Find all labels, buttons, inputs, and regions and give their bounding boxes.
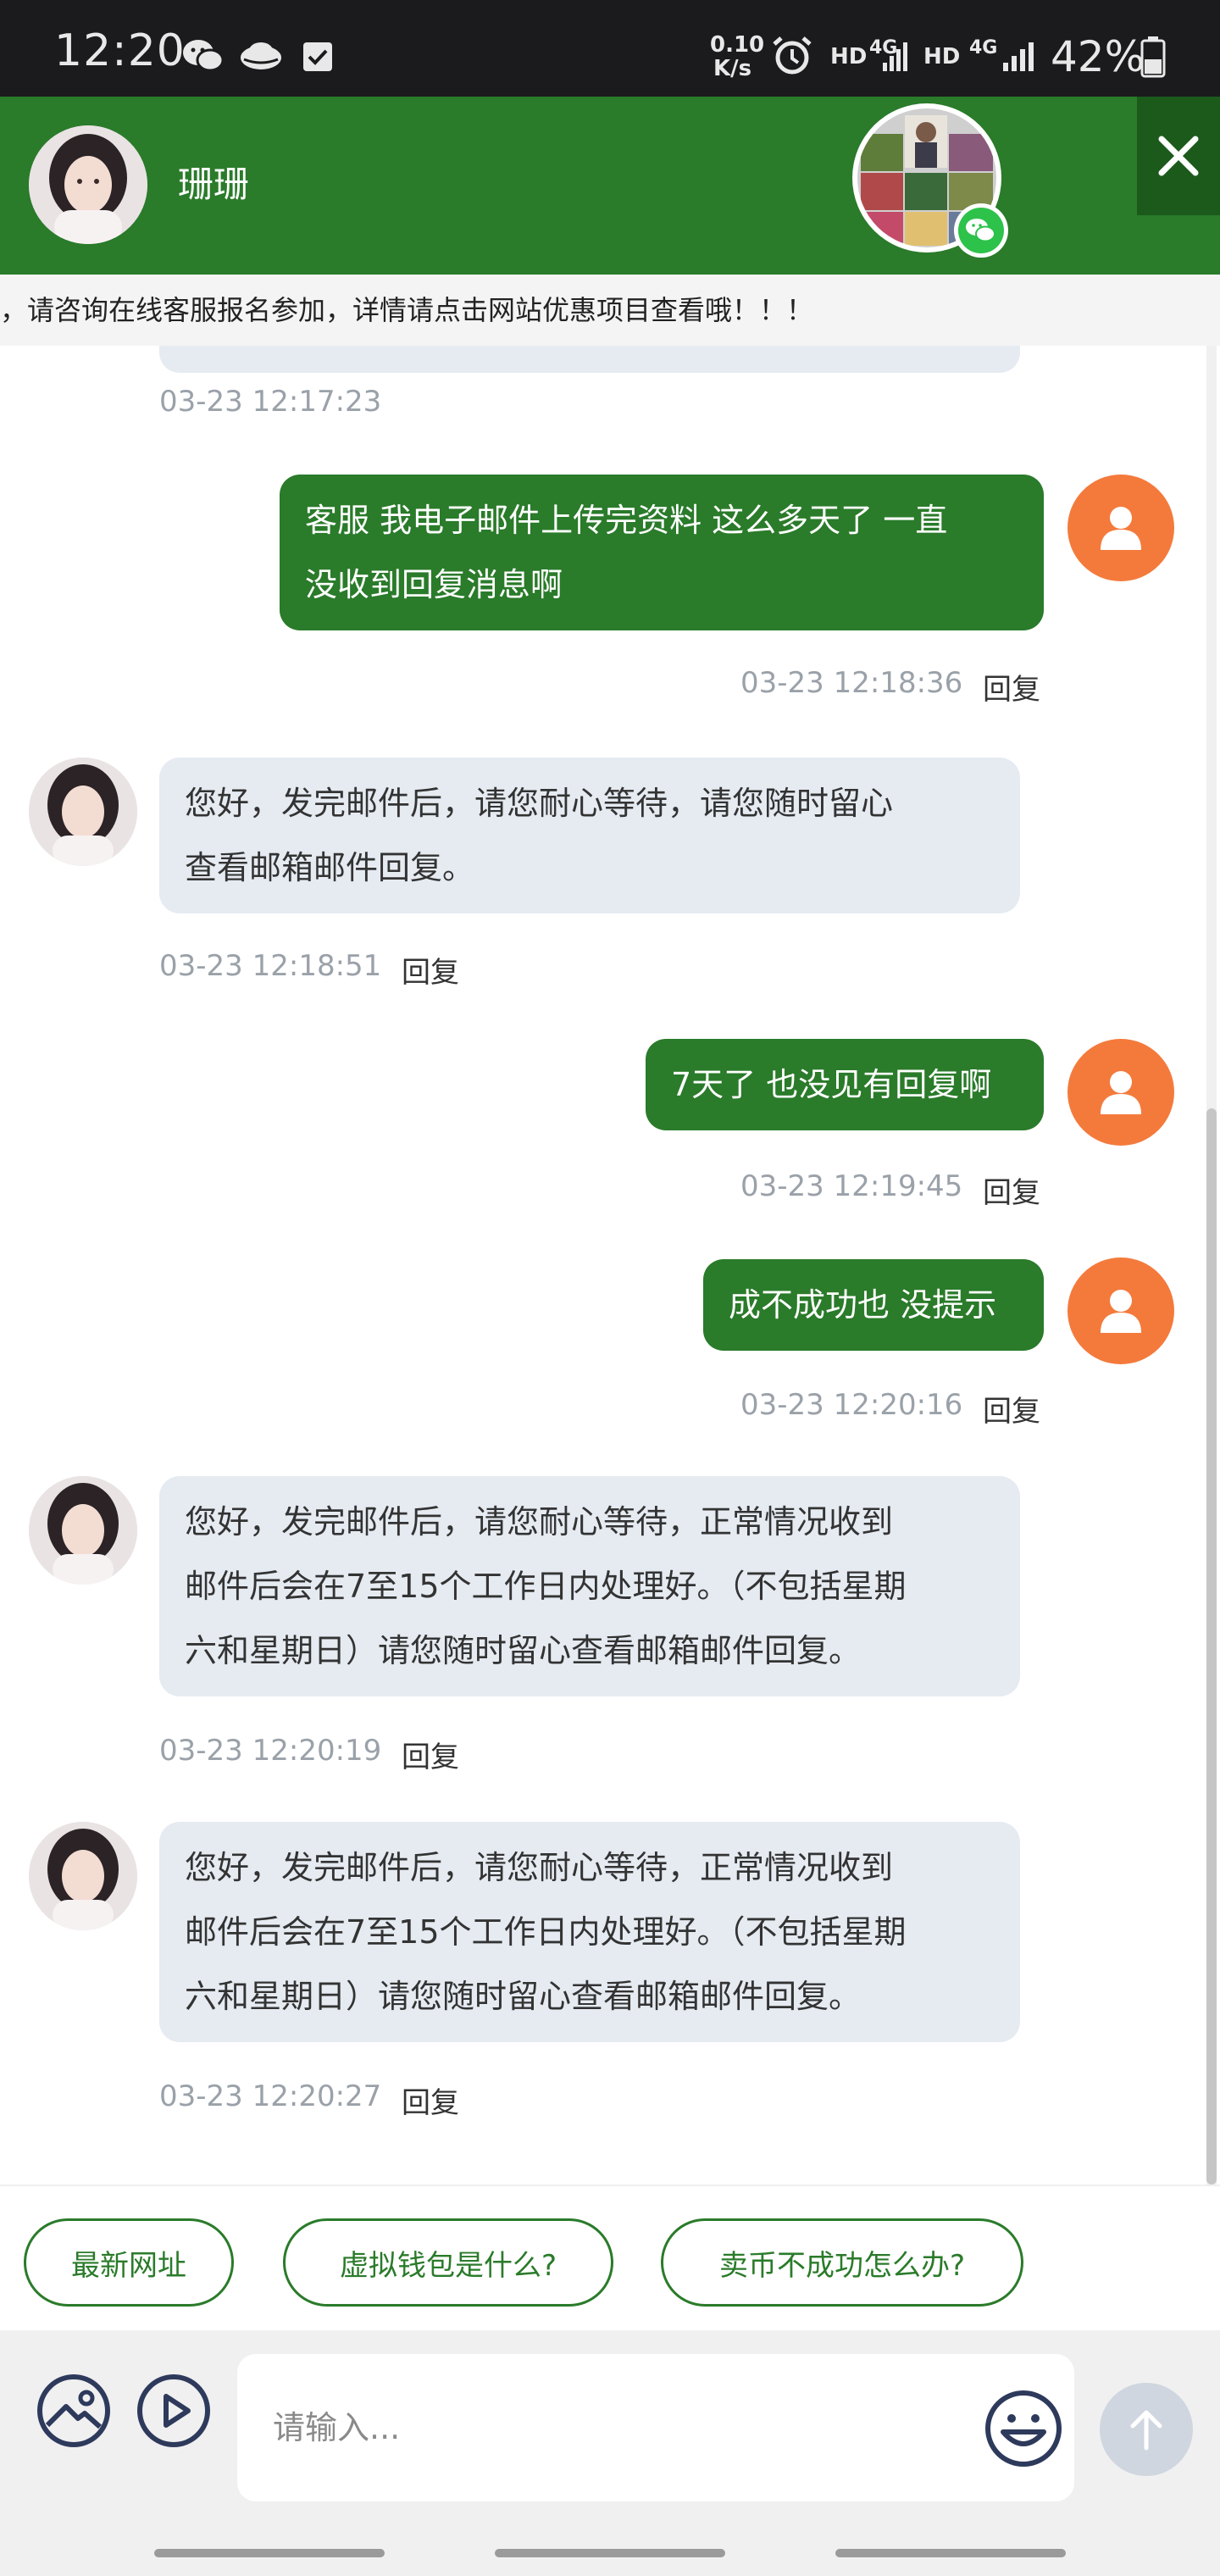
nav-back-handle[interactable] — [154, 2549, 385, 2557]
announcement-text: ，请咨询在线客服报名参加，详情请点击网站优惠项目查看哦！！！ — [0, 294, 814, 326]
quick-reply-chip[interactable]: 最新网址 — [24, 2218, 234, 2307]
message-line: 您好，发完邮件后，请您耐心等待，正常情况收到 — [185, 1849, 894, 1886]
message-bubble-out: 客服 我电子邮件上传完资料 这么多天了 一直 没收到回复消息啊 — [280, 475, 1044, 630]
signal-icon — [1001, 39, 1037, 76]
net-speed-unit: K/s — [713, 56, 752, 81]
video-upload-button[interactable] — [136, 2373, 212, 2449]
user-icon — [1101, 1071, 1141, 1114]
message-bubble-in: 您好，发完邮件后，请您耐心等待，正常情况收到 邮件后会在7至15个工作日内处理好… — [159, 1822, 1020, 2042]
message-timestamp: 03-23 12:17:23 — [159, 385, 382, 419]
message-line: 没收到回复消息啊 — [305, 566, 563, 603]
message-timestamp: 03-23 12:20:27 — [159, 2079, 382, 2113]
net-label-2: 4G — [969, 37, 998, 58]
quick-reply-bar: 最新网址 虚拟钱包是什么? 卖币不成功怎么办? — [0, 2185, 1220, 2330]
net-speed-value: 0.10 — [710, 32, 765, 58]
wechat-icon — [954, 203, 1008, 258]
nav-recents-handle[interactable] — [835, 2549, 1066, 2557]
user-icon — [1101, 1290, 1141, 1333]
message-line: 客服 我电子邮件上传完资料 这么多天了 一直 — [305, 502, 948, 539]
close-icon — [1158, 136, 1199, 176]
agent-avatar — [29, 1476, 137, 1585]
chat-header: 珊珊 — [0, 97, 1220, 275]
message-bubble-in — [159, 346, 1020, 373]
video-icon — [137, 2374, 210, 2447]
status-bar: 12:20 0.10 K/s HD 4G HD 4G 42% — [0, 0, 1220, 97]
message-input-bar — [0, 2330, 1220, 2508]
message-line: 成不成功也 没提示 — [729, 1286, 997, 1324]
reply-link[interactable]: 回复 — [983, 1169, 1040, 1211]
emoji-button[interactable] — [983, 2388, 1064, 2469]
message-input-container — [237, 2354, 1074, 2501]
user-avatar — [1068, 1039, 1174, 1146]
message-line: 您好，发完邮件后，请您耐心等待，正常情况收到 — [185, 1503, 894, 1541]
user-avatar — [1068, 475, 1174, 581]
agent-name: 珊珊 — [178, 164, 250, 205]
wechat-icon — [181, 37, 225, 78]
message-line: 邮件后会在7至15个工作日内处理好。（不包括星期 — [185, 1913, 907, 1951]
message-input[interactable] — [273, 2396, 934, 2459]
send-button[interactable] — [1100, 2383, 1193, 2476]
reply-link[interactable]: 回复 — [983, 1388, 1040, 1430]
user-icon — [1101, 507, 1141, 550]
announcement-marquee[interactable]: ，请咨询在线客服报名参加，详情请点击网站优惠项目查看哦！！！ — [0, 275, 1220, 346]
message-line: 查看邮箱邮件回复。 — [185, 849, 475, 886]
message-line: 邮件后会在7至15个工作日内处理好。（不包括星期 — [185, 1568, 907, 1605]
image-icon — [37, 2374, 110, 2447]
reply-link[interactable]: 回复 — [983, 666, 1040, 708]
reply-link[interactable]: 回复 — [402, 949, 459, 991]
scrollbar-thumb[interactable] — [1206, 1108, 1217, 2185]
signal-icon — [881, 39, 912, 76]
agent-avatar — [29, 758, 137, 866]
quick-reply-chip[interactable]: 虚拟钱包是什么? — [283, 2218, 613, 2307]
message-timestamp: 03-23 12:20:16 — [740, 1388, 963, 1422]
message-line: 您好，发完邮件后，请您耐心等待，请您随时留心 — [185, 785, 894, 822]
alarm-icon — [771, 36, 813, 80]
message-line: 六和星期日）请您随时留心查看邮箱邮件回复。 — [185, 1978, 862, 2015]
message-bubble-in: 您好，发完邮件后，请您耐心等待，请您随时留心 查看邮箱邮件回复。 — [159, 758, 1020, 913]
agent-avatar — [29, 1822, 137, 1930]
battery-percent: 42% — [1051, 32, 1145, 81]
reply-link[interactable]: 回复 — [402, 2079, 459, 2121]
reply-link[interactable]: 回复 — [402, 1734, 459, 1775]
message-line: 7天了 也没见有回复啊 — [671, 1066, 992, 1103]
message-timestamp: 03-23 12:20:19 — [159, 1734, 382, 1768]
battery-icon — [1140, 36, 1166, 81]
hd-label-2: HD — [923, 44, 961, 69]
message-line: 六和星期日）请您随时留心查看邮箱邮件回复。 — [185, 1632, 862, 1669]
send-arrow-icon — [1130, 2410, 1162, 2451]
quick-reply-chip[interactable]: 卖币不成功怎么办? — [661, 2218, 1023, 2307]
message-timestamp: 03-23 12:19:45 — [740, 1169, 963, 1203]
chat-message-list[interactable]: 03-23 12:17:23 客服 我电子邮件上传完资料 这么多天了 一直 没收… — [0, 346, 1220, 2185]
nav-home-handle[interactable] — [495, 2549, 725, 2557]
user-avatar — [1068, 1257, 1174, 1364]
message-bubble-in: 您好，发完邮件后，请您耐心等待，正常情况收到 邮件后会在7至15个工作日内处理好… — [159, 1476, 1020, 1696]
message-timestamp: 03-23 12:18:51 — [159, 949, 382, 983]
emoji-icon — [985, 2390, 1062, 2467]
checkbox-icon — [302, 39, 334, 76]
hd-label-1: HD — [830, 44, 868, 69]
status-time: 12:20 — [54, 25, 186, 76]
close-button[interactable] — [1137, 97, 1220, 215]
message-bubble-out: 成不成功也 没提示 — [703, 1259, 1044, 1351]
cloud-icon — [239, 39, 283, 76]
image-upload-button[interactable] — [36, 2373, 112, 2449]
message-timestamp: 03-23 12:18:36 — [740, 666, 963, 700]
agent-avatar[interactable] — [29, 125, 147, 244]
message-bubble-out: 7天了 也没见有回复啊 — [646, 1039, 1044, 1130]
system-nav-bar — [0, 2508, 1220, 2576]
